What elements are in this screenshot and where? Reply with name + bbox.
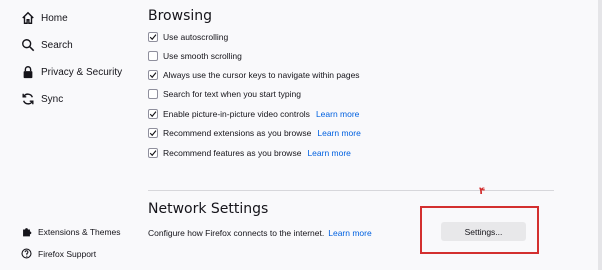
option-search-typing[interactable]: Search for text when you start typing bbox=[148, 89, 301, 99]
option-picture-in-picture[interactable]: Enable picture-in-picture video controls… bbox=[148, 109, 359, 119]
option-label: Search for text when you start typing bbox=[163, 89, 301, 99]
option-recommend-features[interactable]: Recommend features as you browse Learn m… bbox=[148, 148, 351, 158]
option-cursor-keys[interactable]: Always use the cursor keys to navigate w… bbox=[148, 70, 360, 80]
learn-more-link[interactable]: Learn more bbox=[317, 128, 360, 138]
checkbox[interactable] bbox=[148, 51, 158, 61]
sync-icon bbox=[21, 92, 35, 106]
learn-more-link[interactable]: Learn more bbox=[307, 148, 350, 158]
network-description: Configure how Firefox connects to the in… bbox=[148, 228, 325, 238]
section-title-browsing: Browsing bbox=[148, 8, 213, 24]
sidebar: Home Search Privacy & Security Sync Exte… bbox=[0, 0, 140, 270]
sidebar-item-support[interactable]: Firefox Support bbox=[21, 248, 96, 259]
option-label: Use autoscrolling bbox=[163, 32, 229, 42]
annotation-marker: ۴ bbox=[479, 186, 486, 197]
sidebar-item-label: Search bbox=[41, 39, 73, 51]
sidebar-item-label: Extensions & Themes bbox=[38, 226, 121, 237]
option-recommend-extensions[interactable]: Recommend extensions as you browse Learn… bbox=[148, 128, 361, 138]
option-label: Enable picture-in-picture video controls bbox=[163, 109, 310, 119]
sidebar-item-label: Home bbox=[41, 12, 68, 24]
network-learn-more-link[interactable]: Learn more bbox=[328, 228, 371, 238]
section-divider bbox=[148, 190, 554, 191]
sidebar-item-home[interactable]: Home bbox=[21, 11, 68, 25]
search-icon bbox=[21, 38, 35, 52]
sidebar-item-label: Firefox Support bbox=[38, 248, 97, 259]
sidebar-item-extensions[interactable]: Extensions & Themes bbox=[21, 226, 121, 237]
sidebar-item-privacy[interactable]: Privacy & Security bbox=[21, 65, 122, 79]
checkbox[interactable] bbox=[148, 32, 158, 42]
sidebar-item-label: Privacy & Security bbox=[41, 66, 123, 78]
section-title-network: Network Settings bbox=[148, 201, 269, 217]
checkbox[interactable] bbox=[148, 128, 158, 138]
scrollbar[interactable] bbox=[598, 0, 602, 270]
home-icon bbox=[21, 11, 35, 25]
help-icon bbox=[21, 248, 32, 259]
option-autoscrolling[interactable]: Use autoscrolling bbox=[148, 32, 228, 42]
checkbox[interactable] bbox=[148, 109, 158, 119]
option-label: Recommend extensions as you browse bbox=[163, 128, 312, 138]
sidebar-item-label: Sync bbox=[41, 93, 64, 105]
option-label: Recommend features as you browse bbox=[163, 148, 302, 158]
sidebar-item-search[interactable]: Search bbox=[21, 38, 73, 52]
option-label: Use smooth scrolling bbox=[163, 51, 242, 61]
option-smooth-scrolling[interactable]: Use smooth scrolling bbox=[148, 51, 242, 61]
lock-icon bbox=[21, 65, 35, 79]
checkbox[interactable] bbox=[148, 148, 158, 158]
checkbox[interactable] bbox=[148, 89, 158, 99]
option-label: Always use the cursor keys to navigate w… bbox=[163, 70, 360, 80]
annotation-highlight-box bbox=[420, 206, 539, 254]
puzzle-icon bbox=[21, 226, 32, 237]
network-description-row: Configure how Firefox connects to the in… bbox=[148, 228, 372, 238]
checkbox[interactable] bbox=[148, 70, 158, 80]
learn-more-link[interactable]: Learn more bbox=[316, 109, 359, 119]
sidebar-item-sync[interactable]: Sync bbox=[21, 92, 63, 106]
